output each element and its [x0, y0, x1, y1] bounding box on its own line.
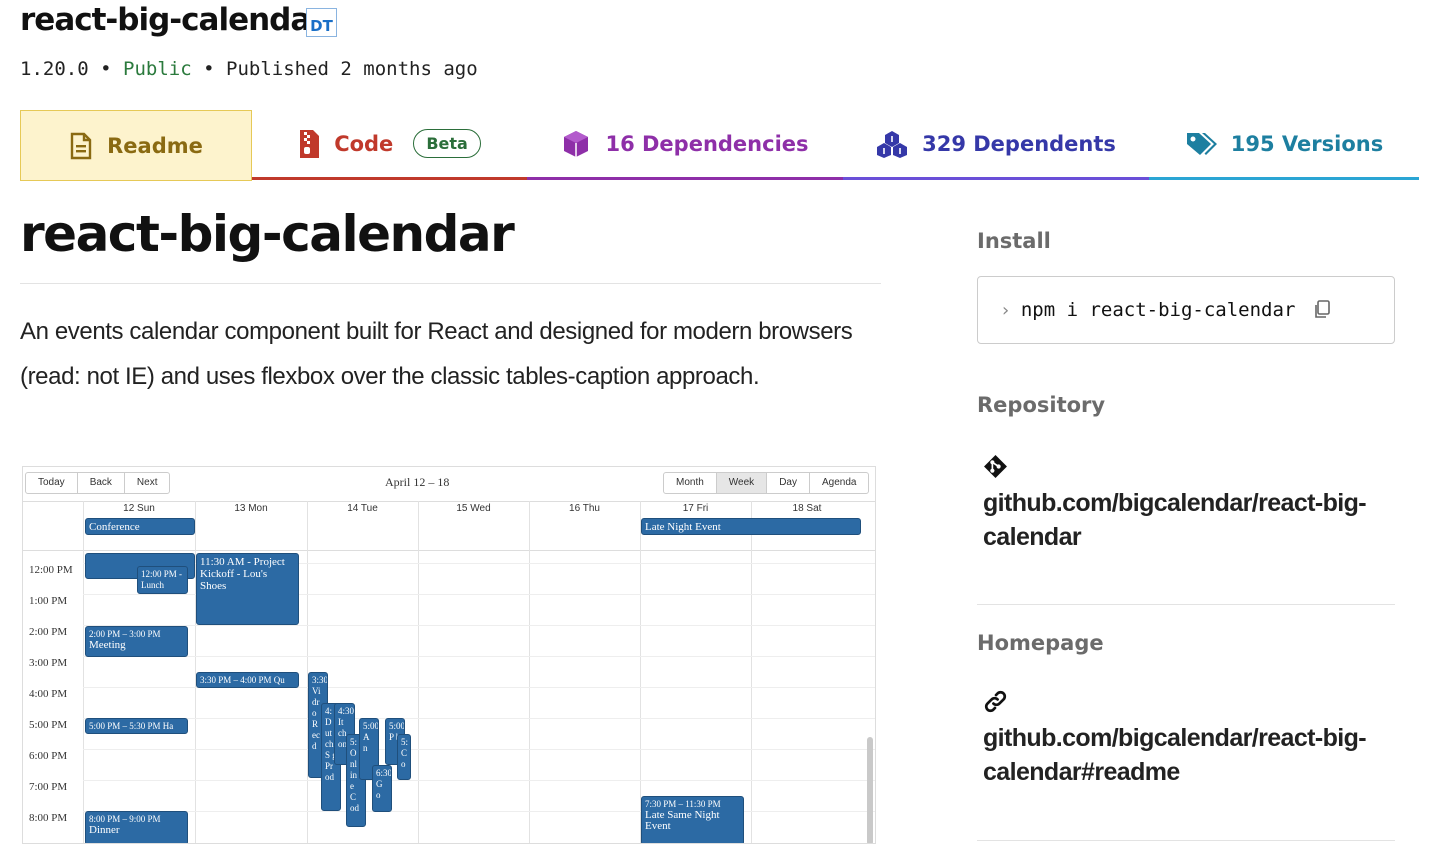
package-meta: 1.20.0 • Public • Published 2 months ago: [20, 58, 478, 80]
readme-divider: [20, 283, 881, 284]
tags-icon: [1185, 130, 1217, 158]
time-label: 8:00 PM: [29, 812, 68, 824]
day-header: 16 Thu: [569, 503, 600, 514]
tab-dependents[interactable]: 329 Dependents: [843, 110, 1149, 180]
readme-description: An events calendar component built for R…: [20, 318, 853, 390]
week-view-button: Week: [716, 473, 768, 493]
day-view-button: Day: [767, 473, 810, 493]
calendar-nav-buttons: Today Back Next: [25, 472, 171, 494]
event-happy-hour: 5:00 PM – 5:30 PM Ha: [85, 718, 188, 734]
boxes-icon: [876, 130, 908, 158]
sidebar-divider: [977, 840, 1395, 841]
day-header: 14 Tue: [347, 503, 378, 514]
event-stack: 5: C o: [397, 734, 411, 780]
package-title: react-big-calendar: [20, 2, 326, 38]
today-button: Today: [26, 473, 78, 493]
tab-versions[interactable]: 195 Versions: [1149, 110, 1419, 180]
month-view-button: Month: [664, 473, 717, 493]
time-label: 4:00 PM: [29, 688, 68, 700]
typescript-dt-badge[interactable]: DT: [306, 8, 337, 37]
tab-dependencies[interactable]: 16 Dependencies: [527, 110, 843, 180]
install-command-box[interactable]: › npm i react-big-calendar: [977, 276, 1395, 344]
tab-readme[interactable]: Readme: [20, 110, 252, 181]
version-text: 1.20.0: [20, 58, 89, 80]
calendar-demo-image: Today Back Next April 12 – 18 Month Week…: [22, 466, 876, 844]
homepage-heading: Homepage: [977, 631, 1104, 655]
calendar-scrollbar: [867, 737, 873, 843]
git-icon: [983, 454, 1008, 483]
repository-link[interactable]: github.com/bigcalendar/react-big-calenda…: [983, 486, 1383, 554]
package-tabs: Readme Code Beta 16 Dependencies 329 Dep…: [20, 110, 1419, 181]
calendar-view-buttons: Month Week Day Agenda: [663, 472, 870, 494]
time-label: 6:00 PM: [29, 750, 68, 762]
tab-code[interactable]: Code Beta: [252, 110, 527, 180]
time-label: 1:00 PM: [29, 595, 68, 607]
link-icon: [983, 689, 1008, 718]
readme-icon: [69, 132, 93, 160]
install-command: npm i react-big-calendar: [1020, 299, 1296, 321]
homepage-link[interactable]: github.com/bigcalendar/react-big-calenda…: [983, 721, 1383, 789]
event-qu: 3:30 PM – 4:00 PM Qu: [196, 672, 299, 688]
day-header: 15 Wed: [456, 503, 491, 514]
time-label: 3:00 PM: [29, 657, 68, 669]
event-conference: Conference: [85, 518, 195, 535]
prompt-icon: ›: [1000, 299, 1011, 321]
back-button: Back: [78, 473, 125, 493]
readme-title: react-big-calendar: [20, 205, 515, 263]
event-meeting: 2:00 PM – 3:00 PM Meeting: [85, 626, 188, 657]
day-header: 18 Sat: [792, 503, 822, 514]
sidebar-divider: [977, 604, 1395, 605]
published-text: Published 2 months ago: [226, 58, 478, 80]
code-icon: [298, 129, 320, 159]
next-button: Next: [136, 477, 158, 488]
day-header: 13 Mon: [234, 503, 268, 514]
install-heading: Install: [977, 229, 1051, 253]
day-header: 12 Sun: [123, 503, 155, 514]
repository-heading: Repository: [977, 393, 1106, 417]
event-late-night: Late Night Event: [641, 518, 861, 535]
event-stack: 6:30 G o: [372, 765, 392, 812]
event-dinner: 8:00 PM – 9:00 PM Dinner: [85, 811, 188, 843]
event-lunch: 12:00 PM - Lunch: [137, 566, 188, 594]
event-kickoff: 11:30 AM - Project Kickoff - Lou's Shoes: [196, 553, 299, 625]
time-label: 5:00 PM: [29, 719, 68, 731]
agenda-view-button: Agenda: [821, 477, 857, 488]
beta-badge: Beta: [413, 129, 481, 158]
time-label: 2:00 PM: [29, 626, 68, 638]
event-late-same-night: 7:30 PM – 11:30 PM Late Same Night Event: [641, 796, 744, 843]
calendar-range-label: April 12 – 18: [385, 475, 450, 489]
visibility-text: Public: [123, 58, 192, 80]
time-label: 12:00 PM: [29, 564, 73, 576]
day-header: 17 Fri: [682, 503, 709, 514]
time-label: 7:00 PM: [29, 781, 68, 793]
box-icon: [561, 129, 591, 159]
copy-icon[interactable]: [1313, 300, 1331, 320]
